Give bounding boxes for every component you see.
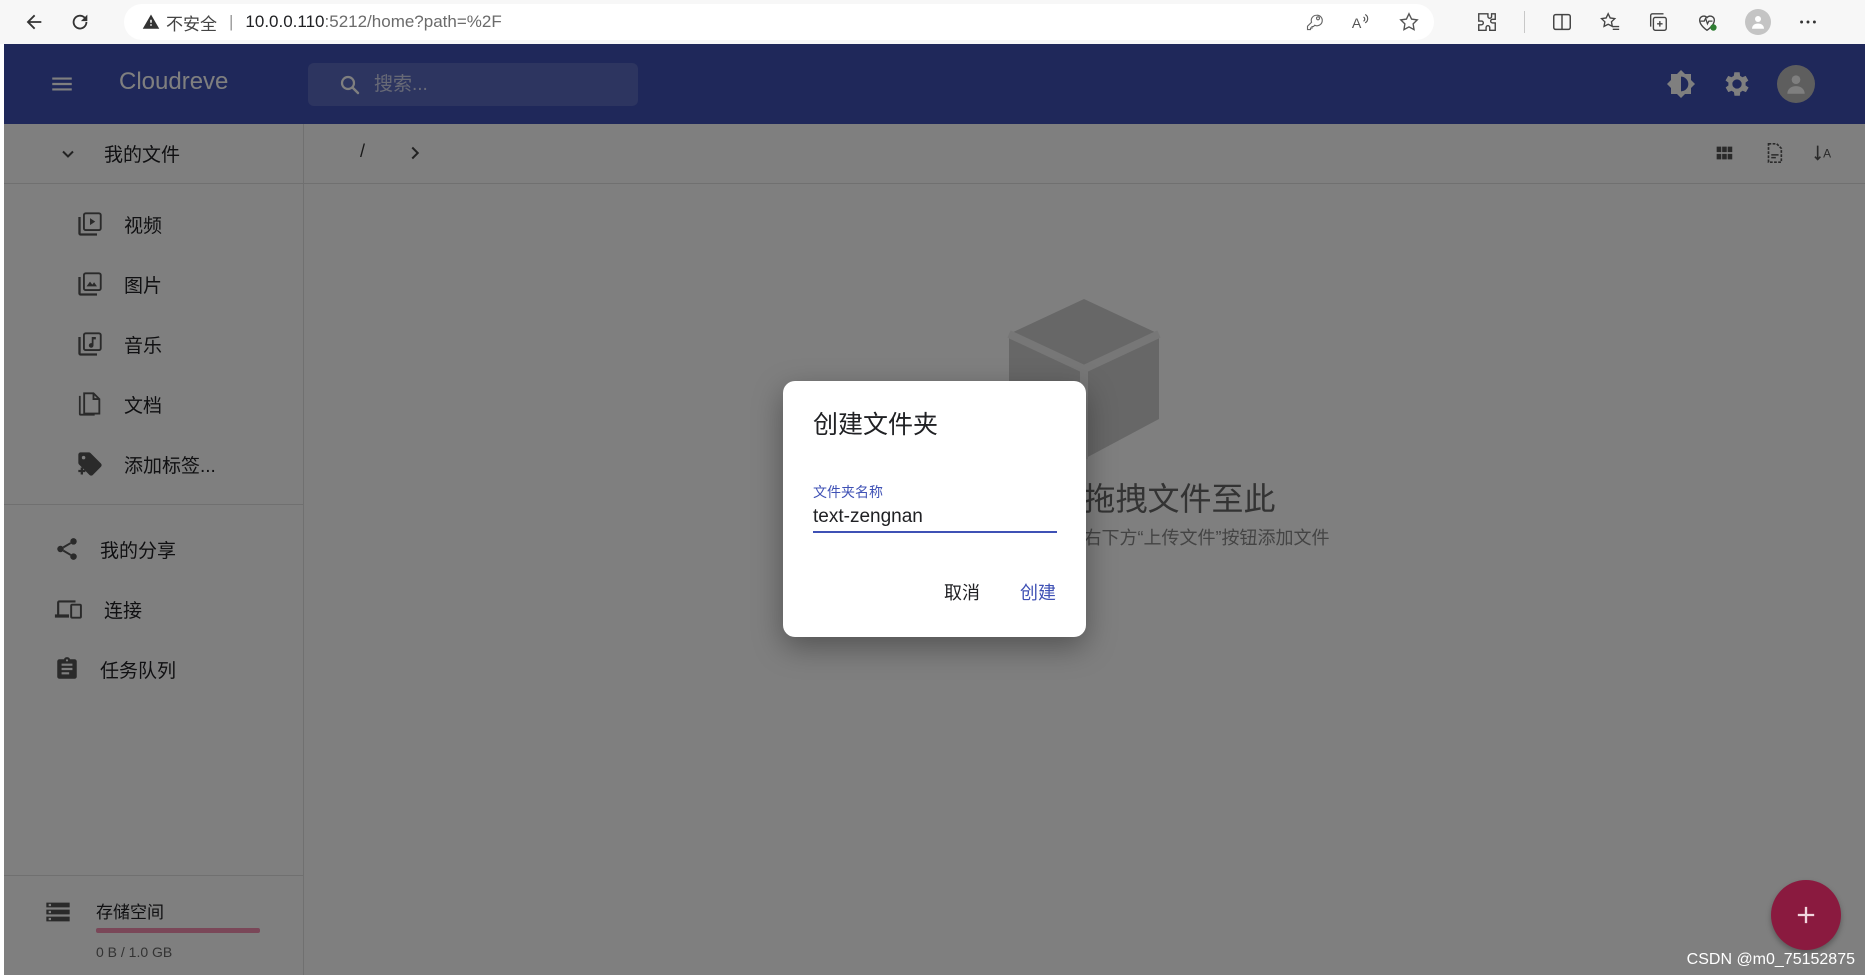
split-screen-icon[interactable] [1551,11,1573,33]
cancel-button[interactable]: 取消 [944,579,980,605]
address-separator: | [229,12,234,31]
person-icon [1752,16,1764,29]
security-indicator[interactable]: 不安全 [142,10,217,35]
create-folder-dialog: 创建文件夹 文件夹名称 取消 创建 [783,381,1086,637]
favorite-star-icon[interactable] [1398,11,1420,33]
browser-toolbar: 不安全 | 10.0.0.110:5212/home?path=%2F A [0,0,1865,44]
more-options-icon[interactable] [1797,11,1819,33]
address-bar[interactable]: 不安全 | 10.0.0.110:5212/home?path=%2F A [124,4,1434,40]
collections-icon[interactable] [1647,11,1669,33]
dialog-title: 创建文件夹 [813,411,939,439]
watermark-text: CSDN @m0_75152875 [1686,951,1855,968]
svg-text:A: A [1352,16,1362,32]
folder-name-input[interactable] [813,503,1057,533]
back-button[interactable] [12,0,56,44]
read-aloud-icon[interactable]: A [1350,12,1372,32]
back-arrow-icon [26,14,42,30]
key-icon[interactable] [1306,13,1324,31]
toolbar-divider [1524,11,1525,33]
refresh-icon [72,14,88,30]
plus-icon [1797,906,1815,924]
browser-essentials-icon[interactable] [1695,11,1719,33]
favorites-icon[interactable] [1599,11,1621,33]
url-host: 10.0.0.110 [245,12,325,31]
url-path: :5212/home?path=%2F [324,12,502,31]
refresh-button[interactable] [58,0,102,44]
security-label: 不安全 [166,14,217,34]
folder-name-label: 文件夹名称 [813,484,883,500]
warning-triangle-icon [142,14,160,29]
extensions-icon[interactable] [1476,11,1498,33]
add-fab-button[interactable] [1771,880,1841,950]
create-button[interactable]: 创建 [1020,579,1056,605]
browser-profile-avatar[interactable] [1745,9,1771,35]
